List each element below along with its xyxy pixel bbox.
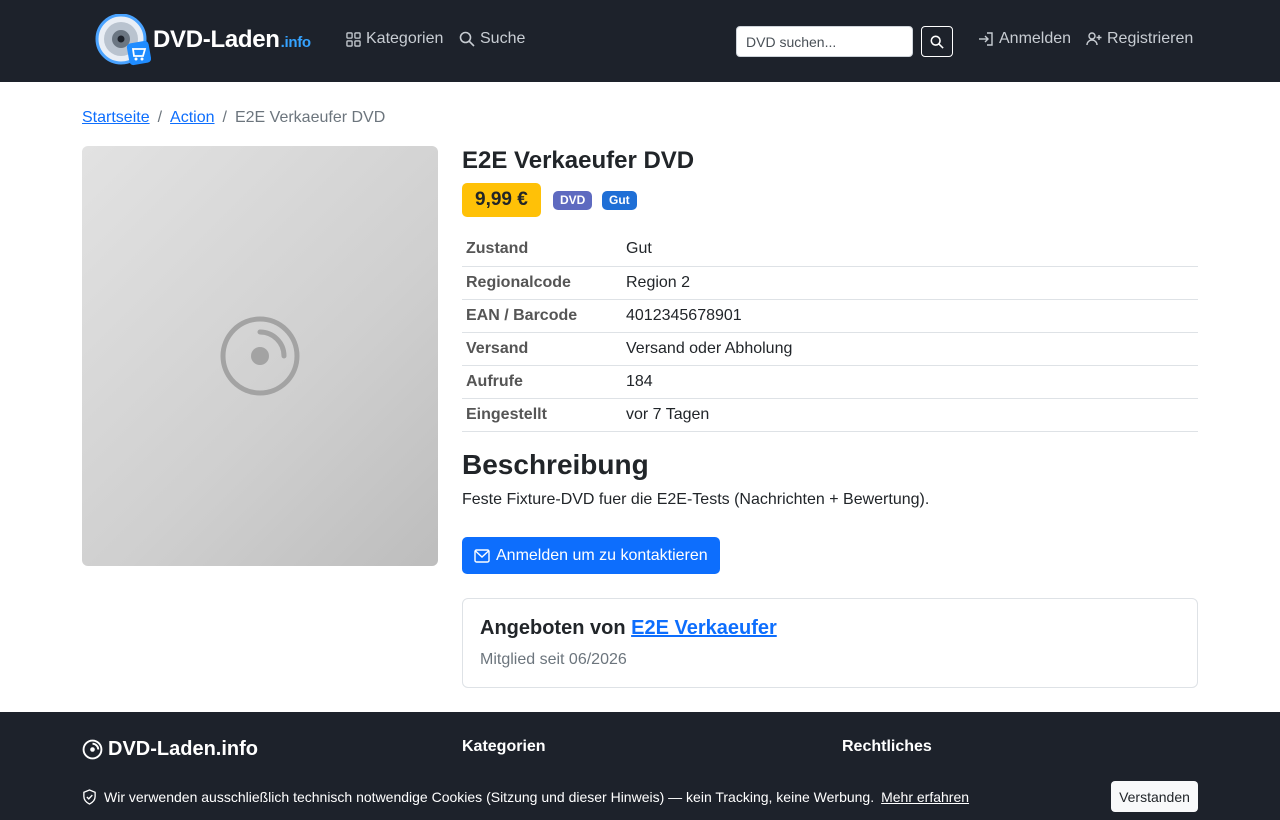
cookie-banner: Wir verwenden ausschließlich technisch n… — [0, 774, 1280, 820]
grid-icon — [346, 31, 361, 47]
seller-member-since: Mitglied seit 06/2026 — [480, 651, 627, 668]
breadcrumb: Startseite / Action / E2E Verkaeufer DVD — [82, 109, 385, 127]
footer-brand[interactable]: DVD-Laden.info — [82, 738, 258, 761]
description-text: Feste Fixture-DVD fuer die E2E-Tests (Na… — [462, 491, 930, 508]
table-row: Zustand Gut — [462, 233, 1198, 267]
nav-register[interactable]: Registrieren — [1086, 30, 1193, 48]
seller-line: Angeboten von E2E Verkaeufer — [480, 617, 777, 639]
disc-icon — [220, 316, 300, 396]
breadcrumb-home[interactable]: Startseite — [82, 109, 150, 127]
dvd-disc-logo-icon — [95, 13, 152, 66]
table-row: Aufrufe 184 — [462, 365, 1198, 399]
table-row: EAN / Barcode 4012345678901 — [462, 299, 1198, 333]
contact-login-button[interactable]: Anmelden um zu kontaktieren — [462, 537, 720, 574]
search-icon — [930, 35, 944, 49]
product-details-table: Zustand Gut Regionalcode Region 2 EAN / Ba… — [462, 233, 1198, 432]
product-title: E2E Verkaeufer DVD — [462, 147, 695, 174]
cookie-accept-button[interactable]: Verstanden — [1111, 781, 1198, 812]
nav-login[interactable]: Anmelden — [978, 30, 1071, 48]
description-heading: Beschreibung — [462, 449, 649, 480]
logo-text: DVD-Laden.info — [153, 26, 311, 53]
seller-card: Angeboten von E2E Verkaeufer Mitglied se… — [462, 598, 1198, 688]
search-button[interactable] — [921, 26, 953, 57]
table-row: Eingestellt vor 7 Tagen — [462, 398, 1198, 432]
nav-categories[interactable]: Kategorien — [346, 30, 443, 48]
login-icon — [979, 32, 993, 46]
footer-heading-legal: Rechtliches — [842, 738, 932, 755]
condition-badge: Gut — [602, 191, 637, 210]
breadcrumb-category[interactable]: Action — [170, 109, 214, 127]
table-row: Versand Versand oder Abholung — [462, 332, 1198, 366]
envelope-icon — [474, 548, 490, 563]
footer-heading-categories: Kategorien — [462, 738, 546, 755]
cookie-more-link[interactable]: Mehr erfahren — [881, 789, 969, 805]
person-add-icon — [1086, 32, 1102, 46]
breadcrumb-separator: / — [157, 109, 163, 126]
nav-search[interactable]: Suche — [459, 30, 525, 48]
shield-check-icon — [83, 789, 96, 805]
format-badge: DVD — [553, 191, 593, 210]
table-row: Regionalcode Region 2 — [462, 266, 1198, 300]
seller-link[interactable]: E2E Verkaeufer — [631, 617, 777, 639]
site-logo[interactable]: DVD-Laden.info — [95, 13, 311, 66]
navbar: DVD-Laden.info Kategorien Suche Anmelden… — [0, 0, 1280, 82]
search-input[interactable] — [736, 26, 913, 57]
breadcrumb-separator: / — [222, 109, 227, 126]
cookie-message: Wir verwenden ausschließlich technisch n… — [82, 789, 969, 805]
product-image-placeholder — [82, 146, 438, 566]
disc-icon — [82, 739, 103, 760]
breadcrumb-current: E2E Verkaeufer DVD — [234, 109, 386, 126]
search-icon — [459, 31, 475, 47]
price-badge: 9,99 € — [462, 183, 541, 217]
